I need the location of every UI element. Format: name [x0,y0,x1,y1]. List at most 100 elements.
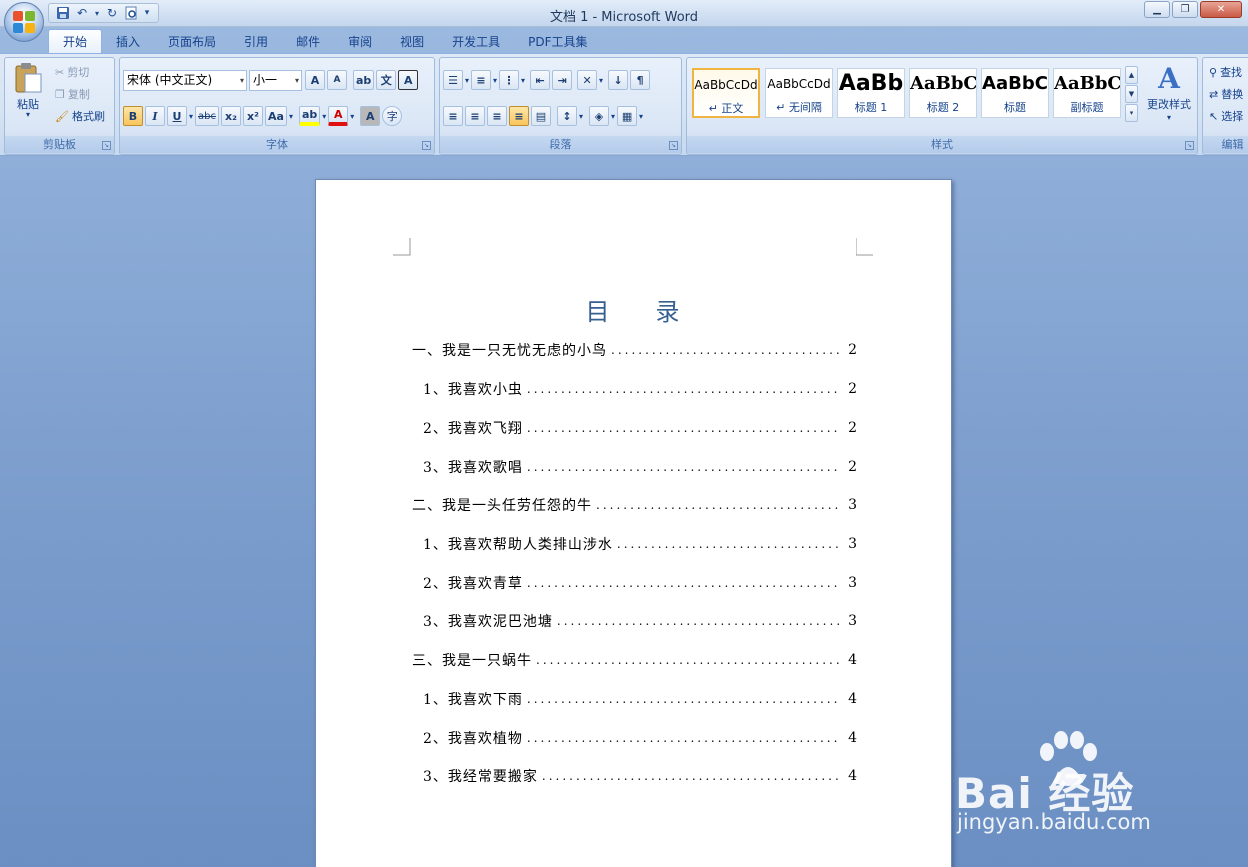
grow-font-icon[interactable]: A [305,70,325,90]
strikethrough-button[interactable]: abc [195,106,219,126]
tab-mailings[interactable]: 邮件 [282,31,334,53]
select-button[interactable]: ↖ 选择 [1209,108,1243,124]
tab-view[interactable]: 视图 [386,31,438,53]
scroll-up-icon[interactable]: ▲ [1125,66,1138,84]
dropdown-arrow-icon[interactable]: ▾ [493,76,497,85]
multilevel-list-icon[interactable]: ⋮ [499,70,520,90]
shrink-font-icon[interactable]: A [327,70,347,90]
tab-insert[interactable]: 插入 [102,31,154,53]
style-heading-1[interactable]: AaBb 标题 1 [837,68,905,118]
highlight-color-icon[interactable]: ab [298,106,321,126]
toc-entry[interactable]: 3、我喜欢歌唱.................................… [316,457,953,477]
scroll-down-icon[interactable]: ▼ [1125,85,1138,103]
bold-button[interactable]: B [123,106,143,126]
toc-entry[interactable]: 三、我是一只蜗牛................................… [316,650,953,670]
shading-icon[interactable]: ◈ [589,106,610,126]
more-styles-icon[interactable]: ▾ [1125,104,1138,122]
numbering-icon[interactable]: ≡ [471,70,492,90]
restore-button[interactable]: ❐ [1172,1,1198,18]
style-subtitle[interactable]: AaBbC 副标题 [1053,68,1121,118]
dropdown-arrow-icon[interactable]: ▾ [639,112,643,121]
toc-page-number: 4 [848,691,857,707]
dropdown-arrow-icon[interactable]: ▾ [611,112,615,121]
align-left-icon[interactable]: ≡ [443,106,463,126]
dropdown-arrow-icon[interactable]: ▾ [579,112,583,121]
sort-icon[interactable]: ↓ [608,70,629,90]
dropdown-arrow-icon[interactable]: ▾ [521,76,525,85]
format-painter-button[interactable]: 🖌 格式刷 [55,108,105,124]
tab-page-layout[interactable]: 页面布局 [154,31,230,53]
toc-entry[interactable]: 3、我喜欢泥巴池塘...............................… [316,611,953,631]
font-color-icon[interactable]: A [328,106,349,126]
toc-entry[interactable]: 1、我喜欢小虫.................................… [316,379,953,399]
toc-entry[interactable]: 3、我经常要搬家................................… [316,766,953,786]
change-case-button[interactable]: Aa [265,106,287,126]
tab-developer[interactable]: 开发工具 [438,31,514,53]
toc-entry[interactable]: 2、我喜欢飞翔.................................… [316,418,953,438]
style-title[interactable]: AaBbC 标题 [981,68,1049,118]
style-no-spacing[interactable]: AaBbCcDd ↵ 无间隔 [765,68,833,118]
distributed-icon[interactable]: ▤ [531,106,551,126]
dialog-launcher-icon[interactable]: ↘ [1185,141,1194,150]
dropdown-arrow-icon[interactable]: ▾ [189,112,193,121]
document-page[interactable]: 目录 一、我是一只无忧无虑的小鸟........................… [315,179,952,867]
dropdown-arrow-icon[interactable]: ▾ [289,112,293,121]
align-center-icon[interactable]: ≡ [465,106,485,126]
enclose-characters-icon[interactable]: 字 [382,106,403,126]
find-button[interactable]: ⚲ 查找 [1209,64,1242,80]
toc-entry[interactable]: 二、我是一头任劳任怨的牛............................… [316,495,953,515]
borders-icon[interactable]: ▦ [617,106,638,126]
character-shading-icon[interactable]: A [360,106,381,126]
underline-button[interactable]: U [167,106,187,126]
bullets-icon[interactable]: ☰ [443,70,463,90]
character-border-icon[interactable]: A [398,70,419,90]
font-size-select[interactable]: 小一 ▾ [249,70,302,91]
tab-references[interactable]: 引用 [230,31,282,53]
style-preview: AaBbC [982,73,1048,94]
phonetic-guide-icon[interactable]: ab [353,70,375,90]
decrease-indent-icon[interactable]: ⇤ [530,70,551,90]
toc-entry[interactable]: 2、我喜欢植物.................................… [316,728,953,748]
line-spacing-icon[interactable]: ↕ [557,106,577,126]
styles-scroll[interactable]: ▲ ▼ ▾ [1125,66,1138,122]
tab-home[interactable]: 开始 [48,29,103,53]
character-border-text-icon[interactable]: 文 [376,70,397,90]
show-marks-icon[interactable]: ¶ [630,70,651,90]
chinese-layout-icon[interactable]: ✕ [577,70,598,90]
dropdown-arrow-icon: ▾ [25,110,30,119]
align-right-icon[interactable]: ≡ [487,106,507,126]
toc-entry[interactable]: 1、我喜欢帮助人类排山涉水...........................… [316,534,953,554]
copy-button[interactable]: ❐ 复制 [55,86,90,102]
toc-entry[interactable]: 2、我喜欢青草.................................… [316,573,953,593]
dialog-launcher-icon[interactable]: ↘ [102,141,111,150]
office-button[interactable] [4,2,44,42]
replace-button[interactable]: ⇄ 替换 [1209,86,1243,102]
dropdown-arrow-icon[interactable]: ▾ [465,76,469,85]
crop-mark-left [393,238,411,256]
minimize-button[interactable]: ▁ [1144,1,1170,18]
toc-leader-dots: ........................................… [541,769,839,783]
dialog-launcher-icon[interactable]: ↘ [422,141,431,150]
toc-entry[interactable]: 1、我喜欢下雨.................................… [316,689,953,709]
dropdown-arrow-icon[interactable]: ▾ [599,76,603,85]
subscript-button[interactable]: x₂ [221,106,241,126]
justify-icon[interactable]: ≡ [509,106,529,126]
paste-button[interactable]: 粘贴 ▾ [13,62,43,119]
increase-indent-icon[interactable]: ⇥ [552,70,573,90]
font-family-select[interactable]: 宋体 (中文正文) ▾ [123,70,247,91]
cut-button[interactable]: ✂ 剪切 [55,64,89,80]
font-format-buttons: B I U ▾ abc x₂ x² Aa ▾ ab ▾ A ▾ A 字 [123,106,403,126]
tab-review[interactable]: 审阅 [334,31,386,53]
style-normal[interactable]: AaBbCcDd ↵ 正文 [692,68,760,118]
italic-button[interactable]: I [145,106,165,126]
change-styles-button[interactable]: A 更改样式 ▾ [1143,62,1195,122]
paragraph-group: ☰ ▾ ≡ ▾ ⋮ ▾ ⇤ ⇥ ✕ ▾ ↓ ¶ ≡ ≡ ≡ ≡ ▤ ↕ ▾ ◈ ▾ ▦ ▾ 段… [439,57,682,155]
style-heading-2[interactable]: AaBbC 标题 2 [909,68,977,118]
dropdown-arrow-icon[interactable]: ▾ [322,112,326,121]
dialog-launcher-icon[interactable]: ↘ [669,141,678,150]
tab-pdf-tools[interactable]: PDF工具集 [514,31,601,53]
dropdown-arrow-icon[interactable]: ▾ [350,112,354,121]
close-button[interactable]: ✕ [1200,1,1242,18]
superscript-button[interactable]: x² [243,106,263,126]
toc-entry[interactable]: 一、我是一只无忧无虑的小鸟...........................… [316,340,953,360]
